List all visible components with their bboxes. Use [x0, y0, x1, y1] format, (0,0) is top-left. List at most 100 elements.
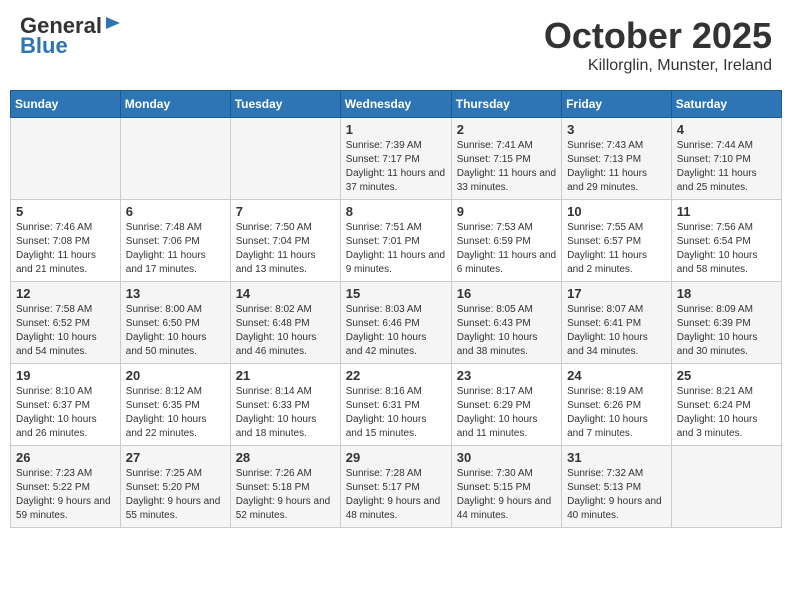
calendar-cell: 3Sunrise: 7:43 AM Sunset: 7:13 PM Daylig…	[562, 118, 672, 200]
day-info: Sunrise: 8:17 AM Sunset: 6:29 PM Dayligh…	[457, 385, 556, 441]
title-block: October 2025 Killorglin, Munster, Irelan…	[544, 15, 772, 75]
day-number: 18	[677, 286, 776, 301]
day-number: 11	[677, 204, 776, 219]
header-cell-sunday: Sunday	[11, 91, 121, 118]
day-number: 8	[346, 204, 446, 219]
day-info: Sunrise: 7:46 AM Sunset: 7:08 PM Dayligh…	[16, 221, 115, 277]
calendar-cell: 30 Sunrise: 7:30 AM Sunset: 5:15 PM Dayli…	[451, 446, 561, 528]
logo-flag-icon	[104, 15, 122, 33]
month-title: October 2025	[544, 15, 772, 57]
day-info: Sunrise: 7:51 AM Sunset: 7:01 PM Dayligh…	[346, 221, 446, 277]
day-number: 15	[346, 286, 446, 301]
day-number: 27	[126, 450, 225, 465]
calendar-cell: 15 Sunrise: 8:03 AM Sunset: 6:46 PM Dayli…	[340, 282, 451, 364]
day-number: 31	[567, 450, 666, 465]
calendar-cell	[230, 118, 340, 200]
header-cell-wednesday: Wednesday	[340, 91, 451, 118]
day-number: 30	[457, 450, 556, 465]
calendar-cell: 6 Sunrise: 7:48 AM Sunset: 7:06 PM Daylig…	[120, 200, 230, 282]
day-number: 2	[457, 122, 556, 137]
calendar-cell	[11, 118, 121, 200]
calendar-cell: 9Sunrise: 7:53 AM Sunset: 6:59 PM Daylig…	[451, 200, 561, 282]
calendar-cell: 19 Sunrise: 8:10 AM Sunset: 6:37 PM Dayli…	[11, 364, 121, 446]
day-info: Sunrise: 8:12 AM Sunset: 6:35 PM Dayligh…	[126, 385, 225, 441]
calendar-cell: 1Sunrise: 7:39 AM Sunset: 7:17 PM Daylig…	[340, 118, 451, 200]
calendar-cell: 17Sunrise: 8:07 AM Sunset: 6:41 PM Dayli…	[562, 282, 672, 364]
day-info: Sunrise: 7:56 AM Sunset: 6:54 PM Dayligh…	[677, 221, 776, 277]
day-number: 20	[126, 368, 225, 383]
day-number: 26	[16, 450, 115, 465]
location-subtitle: Killorglin, Munster, Ireland	[544, 57, 772, 75]
calendar-cell: 7 Sunrise: 7:50 AM Sunset: 7:04 PM Daylig…	[230, 200, 340, 282]
calendar-cell: 16 Sunrise: 8:05 AM Sunset: 6:43 PM Dayli…	[451, 282, 561, 364]
day-number: 29	[346, 450, 446, 465]
calendar-cell: 13Sunrise: 8:00 AM Sunset: 6:50 PM Dayli…	[120, 282, 230, 364]
day-number: 22	[346, 368, 446, 383]
calendar-cell: 23 Sunrise: 8:17 AM Sunset: 6:29 PM Dayli…	[451, 364, 561, 446]
day-info: Sunrise: 7:55 AM Sunset: 6:57 PM Dayligh…	[567, 221, 666, 277]
day-number: 24	[567, 368, 666, 383]
calendar-cell	[120, 118, 230, 200]
day-number: 6	[126, 204, 225, 219]
day-info: Sunrise: 7:26 AM Sunset: 5:18 PM Dayligh…	[236, 467, 335, 523]
day-info: Sunrise: 7:58 AM Sunset: 6:52 PM Dayligh…	[16, 303, 115, 359]
calendar-cell: 5Sunrise: 7:46 AM Sunset: 7:08 PM Daylig…	[11, 200, 121, 282]
day-info: Sunrise: 8:14 AM Sunset: 6:33 PM Dayligh…	[236, 385, 335, 441]
day-info: Sunrise: 7:44 AM Sunset: 7:10 PM Dayligh…	[677, 139, 776, 195]
calendar-cell	[671, 446, 781, 528]
header-row: SundayMondayTuesdayWednesdayThursdayFrid…	[11, 91, 782, 118]
calendar-cell: 21 Sunrise: 8:14 AM Sunset: 6:33 PM Dayli…	[230, 364, 340, 446]
day-info: Sunrise: 7:32 AM Sunset: 5:13 PM Dayligh…	[567, 467, 666, 523]
day-info: Sunrise: 8:21 AM Sunset: 6:24 PM Dayligh…	[677, 385, 776, 441]
header-cell-thursday: Thursday	[451, 91, 561, 118]
calendar-cell: 29 Sunrise: 7:28 AM Sunset: 5:17 PM Dayli…	[340, 446, 451, 528]
day-number: 14	[236, 286, 335, 301]
day-info: Sunrise: 7:48 AM Sunset: 7:06 PM Dayligh…	[126, 221, 225, 277]
calendar-cell: 31 Sunrise: 7:32 AM Sunset: 5:13 PM Dayli…	[562, 446, 672, 528]
calendar-cell: 22 Sunrise: 8:16 AM Sunset: 6:31 PM Dayli…	[340, 364, 451, 446]
calendar-cell: 12 Sunrise: 7:58 AM Sunset: 6:52 PM Dayli…	[11, 282, 121, 364]
day-info: Sunrise: 7:23 AM Sunset: 5:22 PM Dayligh…	[16, 467, 115, 523]
day-number: 23	[457, 368, 556, 383]
calendar-cell: 26 Sunrise: 7:23 AM Sunset: 5:22 PM Dayli…	[11, 446, 121, 528]
day-info: Sunrise: 8:03 AM Sunset: 6:46 PM Dayligh…	[346, 303, 446, 359]
day-info: Sunrise: 8:19 AM Sunset: 6:26 PM Dayligh…	[567, 385, 666, 441]
calendar-cell: 25Sunrise: 8:21 AM Sunset: 6:24 PM Dayli…	[671, 364, 781, 446]
calendar-row: 12 Sunrise: 7:58 AM Sunset: 6:52 PM Dayli…	[11, 282, 782, 364]
calendar-cell: 24 Sunrise: 8:19 AM Sunset: 6:26 PM Dayli…	[562, 364, 672, 446]
calendar-row: 1Sunrise: 7:39 AM Sunset: 7:17 PM Daylig…	[11, 118, 782, 200]
calendar-cell: 8 Sunrise: 7:51 AM Sunset: 7:01 PM Daylig…	[340, 200, 451, 282]
day-number: 19	[16, 368, 115, 383]
day-number: 7	[236, 204, 335, 219]
calendar-cell: 11 Sunrise: 7:56 AM Sunset: 6:54 PM Dayli…	[671, 200, 781, 282]
day-info: Sunrise: 8:02 AM Sunset: 6:48 PM Dayligh…	[236, 303, 335, 359]
calendar-cell: 27 Sunrise: 7:25 AM Sunset: 5:20 PM Dayli…	[120, 446, 230, 528]
day-info: Sunrise: 7:28 AM Sunset: 5:17 PM Dayligh…	[346, 467, 446, 523]
header-cell-saturday: Saturday	[671, 91, 781, 118]
day-number: 4	[677, 122, 776, 137]
page-header: General Blue October 2025 Killorglin, Mu…	[10, 10, 782, 80]
day-info: Sunrise: 7:50 AM Sunset: 7:04 PM Dayligh…	[236, 221, 335, 277]
day-number: 1	[346, 122, 446, 137]
day-number: 12	[16, 286, 115, 301]
logo: General Blue	[20, 15, 122, 59]
calendar-cell: 2 Sunrise: 7:41 AM Sunset: 7:15 PM Daylig…	[451, 118, 561, 200]
calendar-row: 26 Sunrise: 7:23 AM Sunset: 5:22 PM Dayli…	[11, 446, 782, 528]
day-info: Sunrise: 7:25 AM Sunset: 5:20 PM Dayligh…	[126, 467, 225, 523]
header-cell-monday: Monday	[120, 91, 230, 118]
calendar-cell: 14 Sunrise: 8:02 AM Sunset: 6:48 PM Dayli…	[230, 282, 340, 364]
calendar-cell: 28Sunrise: 7:26 AM Sunset: 5:18 PM Dayli…	[230, 446, 340, 528]
day-number: 21	[236, 368, 335, 383]
calendar-cell: 10Sunrise: 7:55 AM Sunset: 6:57 PM Dayli…	[562, 200, 672, 282]
day-number: 16	[457, 286, 556, 301]
day-info: Sunrise: 7:30 AM Sunset: 5:15 PM Dayligh…	[457, 467, 556, 523]
logo-blue: Blue	[20, 33, 68, 59]
day-info: Sunrise: 8:00 AM Sunset: 6:50 PM Dayligh…	[126, 303, 225, 359]
calendar-row: 19 Sunrise: 8:10 AM Sunset: 6:37 PM Dayli…	[11, 364, 782, 446]
day-info: Sunrise: 8:10 AM Sunset: 6:37 PM Dayligh…	[16, 385, 115, 441]
day-info: Sunrise: 8:16 AM Sunset: 6:31 PM Dayligh…	[346, 385, 446, 441]
day-info: Sunrise: 7:41 AM Sunset: 7:15 PM Dayligh…	[457, 139, 556, 195]
day-info: Sunrise: 8:05 AM Sunset: 6:43 PM Dayligh…	[457, 303, 556, 359]
day-info: Sunrise: 8:09 AM Sunset: 6:39 PM Dayligh…	[677, 303, 776, 359]
calendar-table: SundayMondayTuesdayWednesdayThursdayFrid…	[10, 90, 782, 528]
